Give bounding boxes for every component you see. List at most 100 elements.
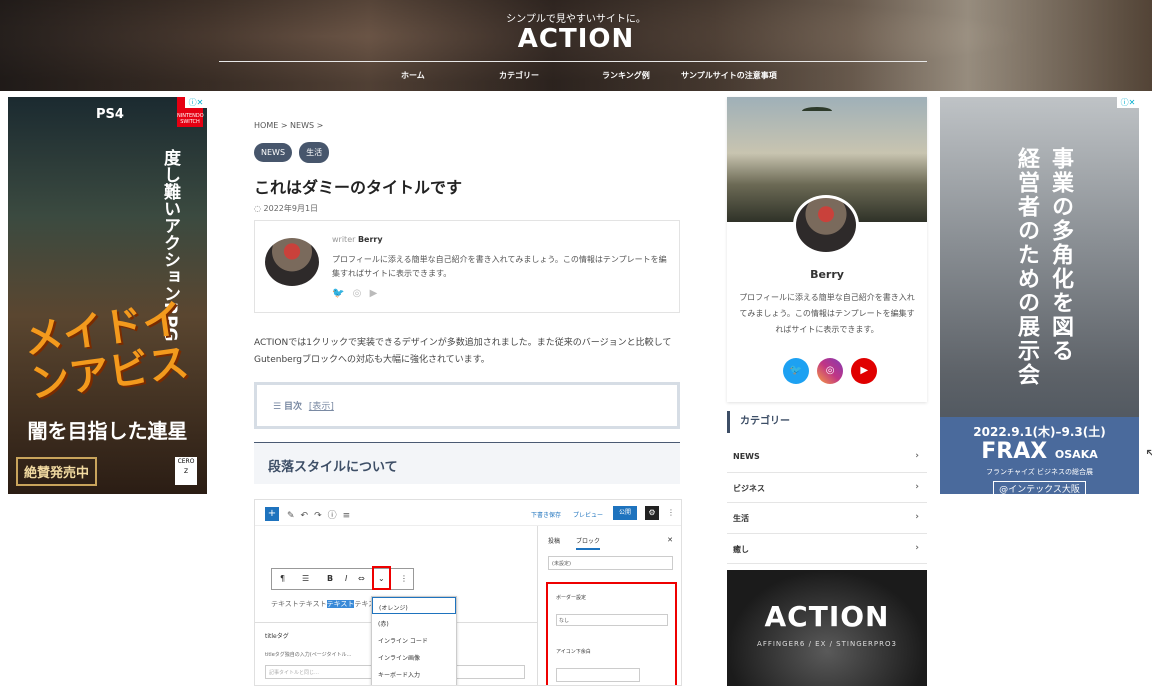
italic-icon: I [345, 574, 348, 583]
category-item-life[interactable]: 生活 › [727, 503, 927, 534]
ad-game-title: メイドインアビス [20, 295, 192, 408]
format-dropdown: (オレンジ) (赤) インライン コード インライン画像 キーボード入力 [371, 596, 457, 685]
avatar [793, 195, 859, 255]
post-date: ◌ 2022年9月1日 [254, 204, 319, 213]
ad-tagline: 闇を目指した連星 [27, 419, 188, 443]
sidebar: Berry プロフィールに添える簡単な自己紹介を書き入れてみましょう。この情報は… [727, 97, 927, 686]
category-widget-title: カテゴリー [727, 411, 927, 433]
author-social-links: 🐦 ◎ ▶ [332, 288, 382, 299]
left-ad-banner[interactable]: PS4 NINTENDO SWITCH ⓘ✕ 度し難いアクションRPG メイドイ… [8, 97, 207, 494]
sidebar-ad-subtitle: AFFINGER6 / EX / STINGERPRO3 [757, 640, 897, 648]
category-label: 生活 [733, 514, 749, 523]
editor-preview: プレビュー [573, 512, 604, 519]
category-label: 癒し [733, 544, 749, 554]
more-icon: ⋮ [400, 574, 408, 583]
highlight-box [372, 566, 391, 590]
main-content: HOME > NEWS > NEWS 生活 これはダミーのタイトルです ◌ 20… [219, 91, 715, 686]
category-tags: NEWS 生活 [254, 140, 331, 163]
mouse-cursor-icon: ↖ [1145, 446, 1152, 462]
meta-hint: titleタグ独自の入力(ページタイトル… [265, 652, 352, 658]
twitter-icon[interactable]: 🐦 [783, 358, 809, 384]
profile-name: Berry [810, 268, 844, 281]
right-ad-banner[interactable]: ⓘ✕ 事業の多角化を図る 経営者のための展示会 2022.9.1(木)–9.3(… [940, 97, 1139, 494]
chevron-right-icon: › [915, 451, 919, 461]
youtube-icon[interactable]: ▶ [851, 358, 878, 384]
link-icon: ⇔ [358, 574, 365, 583]
nav-item-ranking[interactable]: ランキング例 [602, 70, 650, 81]
editor-format-toolbar: ¶ ☰ B I ⇔ ⌄ ⋮ [271, 568, 414, 590]
instagram-icon[interactable]: ◎ [353, 288, 362, 299]
editor-side-select: (未設定) [548, 556, 673, 570]
category-item-healing[interactable]: 癒し › [727, 534, 927, 564]
editor-toolbar: + ✎↶↷ⓘ≡ 下書き保存 プレビュー 公開 ⚙ ⋮ [255, 500, 681, 526]
tag-news[interactable]: NEWS [254, 143, 293, 162]
category-item-news[interactable]: NEWS › [727, 442, 927, 473]
profile-description: プロフィールに添える簡単な自己紹介を書き入れてみましょう。この情報はテンプレート… [739, 293, 915, 334]
nav-item-notes[interactable]: サンプルサイトの注意事項 [681, 70, 777, 81]
dropdown-item: キーボード入力 [378, 672, 421, 679]
twitter-icon[interactable]: 🐦 [332, 288, 344, 299]
toc-label: 目次 [283, 402, 302, 412]
youtube-icon[interactable]: ▶ [370, 288, 378, 299]
highlight-box: ボーダー設定 なし アイコン下余白 [546, 582, 677, 685]
paraglider-image [802, 107, 832, 115]
category-label: NEWS [733, 452, 760, 461]
breadcrumb[interactable]: HOME > NEWS > [254, 121, 323, 130]
editor-save-draft: 下書き保存 [531, 512, 562, 519]
meta-title-label: titleタグ [265, 633, 289, 640]
sidebar-ad-banner[interactable]: ACTION AFFINGER6 / EX / STINGERPRO3 [727, 570, 927, 686]
more-icon: ⋮ [667, 508, 675, 517]
frax-city: OSAKA [1054, 448, 1098, 461]
table-of-contents: ☰ 目次 [表示] [254, 382, 680, 429]
category-label: ビジネス [733, 483, 765, 493]
chevron-right-icon: › [915, 512, 919, 522]
site-header: シンプルで見やすいサイトに。 ACTION ホーム カテゴリー ランキング例 サ… [0, 0, 1152, 91]
chevron-right-icon: › [915, 481, 919, 492]
site-logo[interactable]: ACTION [0, 24, 1152, 54]
editor-screenshot: + ✎↶↷ⓘ≡ 下書き保存 プレビュー 公開 ⚙ ⋮ ¶ ☰ B I ⇔ ⌄ ⋮… [254, 499, 682, 686]
bold-icon: B [327, 574, 334, 583]
list-icon: ☰ [273, 402, 282, 412]
tag-life[interactable]: 生活 [299, 142, 330, 163]
author-box: writer Berry プロフィールに添える簡単な自己紹介を書き入れてみましょ… [254, 220, 680, 313]
category-item-business[interactable]: ビジネス › [727, 473, 927, 503]
close-icon: ✕ [667, 536, 673, 544]
author-name[interactable]: Berry [358, 235, 383, 244]
ad-sale-badge: 絶賛発売中 [16, 457, 98, 486]
nav-item-home[interactable]: ホーム [401, 70, 425, 81]
ad-event-sub: フランチャイズ ビジネスの総合展 [986, 468, 1093, 476]
editor-publish: 公開 [613, 506, 637, 520]
site-tagline: シンプルで見やすいサイトに。 [506, 14, 646, 25]
adchoices-icon[interactable]: ⓘ✕ [185, 97, 207, 108]
toc-toggle-link[interactable]: [表示] [309, 402, 334, 412]
nav-item-category[interactable]: カテゴリー [499, 70, 539, 81]
dropdown-item: インライン画像 [378, 655, 421, 662]
cero-rating-icon: CERO Z [175, 457, 197, 485]
instagram-icon[interactable]: ◎ [817, 358, 844, 384]
intro-paragraph: ACTIONでは1クリックで実装できるデザインが多数追加されました。また従来のバ… [254, 338, 672, 365]
editor-text-selected: テキスト [326, 600, 355, 608]
tab-block: ブロック [575, 538, 600, 550]
tab-post: 投稿 [548, 538, 561, 545]
border-label: ボーダー設定 [556, 595, 587, 601]
gear-icon: ⚙ [645, 506, 659, 520]
global-nav: ホーム カテゴリー ランキング例 サンプルサイトの注意事項 [219, 70, 927, 84]
frax-label: FRAX [981, 439, 1048, 464]
ad-event-info: 2022.9.1(木)–9.3(土) FRAX OSAKA フランチャイズ ビジ… [940, 417, 1139, 494]
ad-heading-col2: 経営者のための展示会 [1014, 147, 1039, 387]
paragraph-icon: ¶ [280, 574, 286, 583]
ad-event-venue: @インテックス大阪 [993, 481, 1086, 494]
ps4-logo: PS4 [96, 107, 124, 122]
header-divider [219, 61, 927, 62]
avatar [265, 238, 319, 286]
dropdown-item: (オレンジ) [372, 597, 456, 614]
dropdown-item: インライン コード [378, 638, 428, 645]
toc-header: ☰ 目次 [表示] [273, 399, 334, 412]
category-list: NEWS › ビジネス › 生活 › 癒し › [727, 442, 927, 564]
author-writer: writer Berry [332, 235, 383, 244]
dropdown-item: (赤) [378, 621, 389, 628]
writer-label: writer [332, 235, 356, 244]
align-icon: ☰ [302, 574, 310, 583]
adchoices-icon[interactable]: ⓘ✕ [1117, 97, 1139, 108]
profile-social-links: 🐦 ◎ ▶ [783, 358, 880, 384]
